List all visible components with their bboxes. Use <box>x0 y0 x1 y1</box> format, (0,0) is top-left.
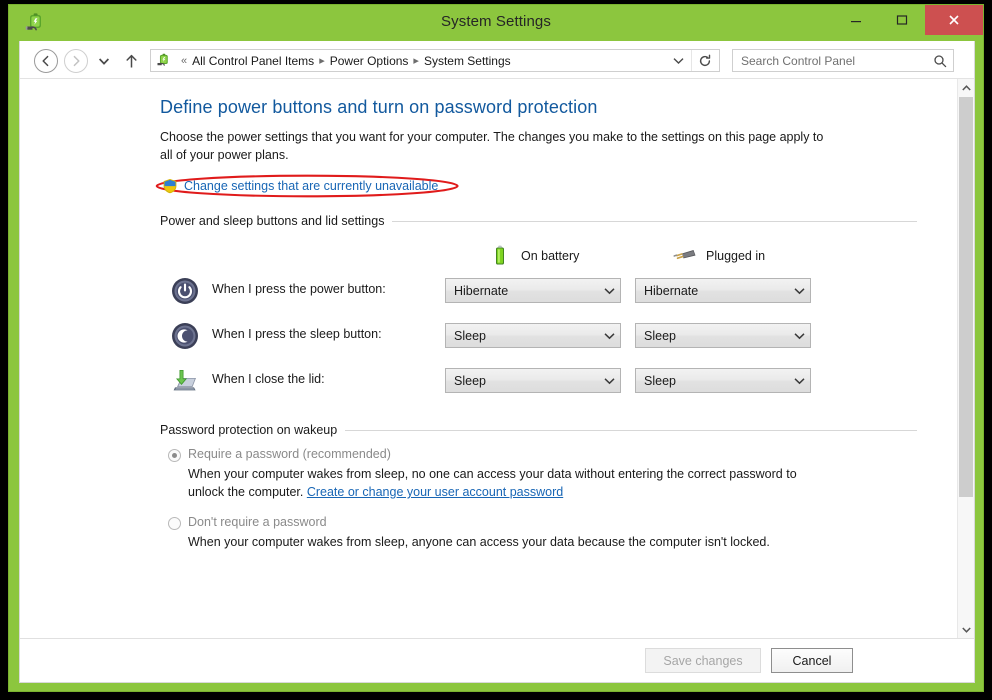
power-group-heading: Power and sleep buttons and lid settings <box>160 214 917 228</box>
chevron-down-icon[interactable] <box>667 50 689 71</box>
save-changes-button[interactable]: Save changes <box>645 648 761 673</box>
breadcrumb-separator: ▸ <box>413 55 419 67</box>
password-protection-group: Password protection on wakeup Require a … <box>160 423 917 551</box>
chevron-down-icon[interactable] <box>788 287 810 295</box>
maximize-button[interactable] <box>879 5 925 35</box>
scroll-up-icon[interactable] <box>958 79 974 96</box>
power-button-on-battery-select[interactable]: Hibernate <box>445 278 621 304</box>
radio-option-dont-require-password[interactable]: Don't require a password When your compu… <box>160 515 917 551</box>
search-icon[interactable] <box>927 54 953 68</box>
power-plug-icon <box>672 244 698 268</box>
setting-row-sleep-button: When I press the sleep button: Sleep Sle… <box>160 319 917 364</box>
chevron-down-icon[interactable] <box>598 287 620 295</box>
radio-require-password-label: Require a password (recommended) <box>188 447 391 462</box>
radio-require-password[interactable] <box>168 449 181 463</box>
breadcrumb-item-1[interactable]: Power Options <box>330 54 409 68</box>
dialog-footer: Save changes Cancel <box>20 639 974 682</box>
password-group-heading: Password protection on wakeup <box>160 423 917 437</box>
search-input[interactable]: Search Control Panel <box>732 49 954 72</box>
create-change-password-link[interactable]: Create or change your user account passw… <box>307 485 563 499</box>
close-lid-on-battery-value: Sleep <box>454 373 486 388</box>
chevron-down-icon[interactable] <box>598 332 620 340</box>
minimize-button[interactable] <box>833 5 879 35</box>
column-header-plugged-in-label: Plugged in <box>706 249 766 264</box>
search-placeholder: Search Control Panel <box>741 53 856 68</box>
breadcrumb-overflow[interactable]: « <box>176 55 192 67</box>
password-group-heading-text: Password protection on wakeup <box>160 423 338 438</box>
chevron-down-icon[interactable] <box>788 332 810 340</box>
chevron-down-icon[interactable] <box>788 377 810 385</box>
setting-row-sleep-button-label: When I press the sleep button: <box>212 327 382 342</box>
scrollbar-thumb[interactable] <box>959 97 973 497</box>
radio-require-password-description: When your computer wakes from sleep, no … <box>188 465 828 501</box>
sleep-button-plugged-in-select[interactable]: Sleep <box>635 323 811 349</box>
power-button-plugged-in-select[interactable]: Hibernate <box>635 278 811 304</box>
address-bar[interactable]: « All Control Panel Items ▸ Power Option… <box>150 49 720 72</box>
page-description: Choose the power settings that you want … <box>160 130 824 163</box>
column-header-on-battery: On battery <box>487 244 579 268</box>
sleep-button-on-battery-value: Sleep <box>454 328 486 343</box>
sleep-button-plugged-in-value: Sleep <box>644 328 676 343</box>
close-lid-on-battery-select[interactable]: Sleep <box>445 368 621 394</box>
sleep-button-icon <box>170 321 200 351</box>
setting-row-power-button-label: When I press the power button: <box>212 282 386 297</box>
change-settings-link[interactable]: Change settings that are currently unava… <box>184 179 438 193</box>
change-settings-link-row[interactable]: Change settings that are currently unava… <box>154 174 460 198</box>
vertical-scrollbar[interactable] <box>957 79 974 638</box>
recent-locations-icon[interactable] <box>94 49 114 73</box>
radio-dont-require-password[interactable] <box>168 517 181 531</box>
power-button-icon <box>170 276 200 306</box>
shield-icon <box>162 178 178 194</box>
forward-arrow-icon[interactable] <box>64 49 88 73</box>
breadcrumb-item-2[interactable]: System Settings <box>424 54 511 68</box>
power-button-on-battery-value: Hibernate <box>454 283 509 298</box>
title-bar: System Settings <box>9 5 983 41</box>
close-lid-plugged-in-value: Sleep <box>644 373 676 388</box>
breadcrumb-separator: ▸ <box>319 55 325 67</box>
settings-pane: Define power buttons and turn on passwor… <box>20 79 957 638</box>
setting-row-close-lid-label: When I close the lid: <box>212 372 325 387</box>
column-header-on-battery-label: On battery <box>521 249 580 264</box>
setting-row-power-button: When I press the power button: Hibernate… <box>160 274 917 319</box>
battery-icon <box>487 244 513 268</box>
close-lid-plugged-in-select[interactable]: Sleep <box>635 368 811 394</box>
setting-row-close-lid: When I close the lid: Sleep Sleep <box>160 364 917 409</box>
scroll-down-icon[interactable] <box>958 621 974 638</box>
refresh-icon[interactable] <box>691 50 717 71</box>
window-client-area: « All Control Panel Items ▸ Power Option… <box>19 41 975 683</box>
radio-dont-require-password-description: When your computer wakes from sleep, any… <box>188 534 770 549</box>
navigation-bar: « All Control Panel Items ▸ Power Option… <box>20 41 974 79</box>
up-arrow-icon[interactable] <box>120 49 142 73</box>
power-group-heading-text: Power and sleep buttons and lid settings <box>160 214 385 229</box>
page-title: Define power buttons and turn on passwor… <box>160 97 598 117</box>
breadcrumb-item-0[interactable]: All Control Panel Items <box>192 54 314 68</box>
group-divider <box>345 429 917 431</box>
group-divider <box>392 220 917 222</box>
radio-dont-require-password-label: Don't require a password <box>188 515 327 530</box>
application-window: System Settings « All Control Panel Item… <box>8 4 984 692</box>
power-options-icon <box>155 52 172 69</box>
power-button-plugged-in-value: Hibernate <box>644 283 699 298</box>
radio-option-require-password[interactable]: Require a password (recommended) When yo… <box>160 447 917 501</box>
content-area: Define power buttons and turn on passwor… <box>20 79 974 639</box>
laptop-lid-icon <box>170 366 200 396</box>
chevron-down-icon[interactable] <box>598 377 620 385</box>
cancel-button[interactable]: Cancel <box>771 648 853 673</box>
back-arrow-icon[interactable] <box>34 49 58 73</box>
column-header-plugged-in: Plugged in <box>672 244 765 268</box>
close-button[interactable] <box>925 5 983 35</box>
power-settings-group: Power and sleep buttons and lid settings <box>160 214 917 409</box>
sleep-button-on-battery-select[interactable]: Sleep <box>445 323 621 349</box>
column-headers: On battery Plugged in <box>160 236 917 274</box>
